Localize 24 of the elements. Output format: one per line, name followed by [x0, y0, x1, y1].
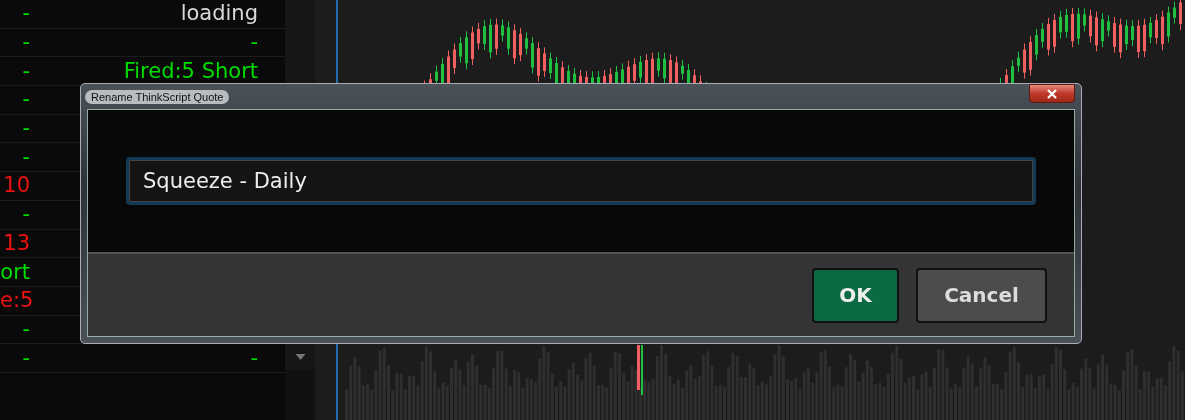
table-cell-text: - [21, 3, 30, 25]
table-cell: e:5 [0, 290, 30, 312]
name-field[interactable]: Squeeze - Daily [126, 157, 1036, 205]
table-cell-text: - [21, 204, 30, 226]
scroll-down-icon[interactable] [294, 354, 306, 360]
table-cell: - [250, 31, 258, 55]
window-title: Rename ThinkScript Quote [85, 89, 230, 104]
table-cell-text: 13 [2, 232, 30, 254]
table-cell: ort [0, 261, 30, 283]
table-cell-text: - [21, 318, 30, 340]
table-cell-text: - [21, 32, 30, 54]
table-cell-text: - [21, 347, 30, 369]
table-cell: loading [180, 2, 258, 26]
table-cell-text: - [21, 118, 30, 140]
table-cell: - [250, 346, 258, 370]
close-icon [1047, 88, 1057, 99]
cancel-button[interactable]: Cancel [916, 267, 1047, 323]
table-cell-text: - [21, 146, 30, 168]
table-cell-text: - [21, 89, 30, 111]
close-button[interactable] [1029, 84, 1075, 103]
table-cell-text: 10 [2, 175, 30, 197]
ok-button[interactable]: OK [812, 267, 899, 323]
table-cell: Fired:5 Short [123, 59, 258, 83]
table-cell-text: - [21, 60, 30, 82]
